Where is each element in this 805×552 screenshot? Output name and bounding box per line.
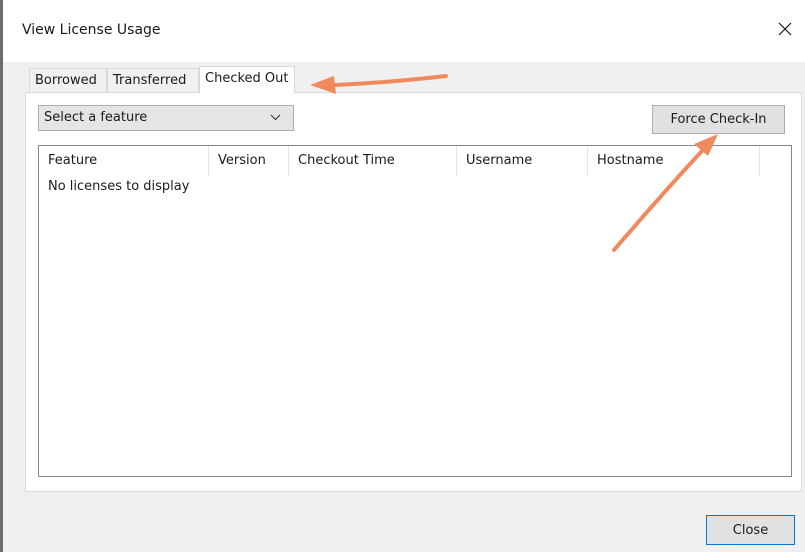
force-check-in-button[interactable]: Force Check-In (652, 105, 785, 134)
column-header-username[interactable]: Username (457, 146, 588, 176)
checked-out-panel: Select a feature Force Check-In Feature … (25, 92, 802, 492)
column-header-checkout-time[interactable]: Checkout Time (289, 146, 457, 176)
tab-transferred[interactable]: Transferred (107, 68, 199, 92)
feature-select-value: Select a feature (44, 110, 148, 125)
column-header-version[interactable]: Version (209, 146, 289, 176)
column-header-feature[interactable]: Feature (39, 146, 209, 176)
license-list[interactable]: Feature Version Checkout Time Username H… (38, 145, 792, 477)
dialog-window: View License Usage Borrowed Transferred … (0, 0, 805, 552)
window-edge (0, 0, 3, 552)
close-icon (778, 22, 792, 36)
tab-borrowed[interactable]: Borrowed (29, 68, 107, 92)
tab-checked-out[interactable]: Checked Out (199, 66, 295, 93)
close-window-button[interactable] (772, 16, 798, 42)
title-bar: View License Usage (0, 0, 805, 62)
window-title: View License Usage (22, 22, 161, 38)
column-header-hostname[interactable]: Hostname (588, 146, 760, 176)
chevron-down-icon (270, 114, 281, 121)
close-button[interactable]: Close (706, 515, 795, 545)
empty-list-message: No licenses to display (48, 179, 190, 194)
feature-select[interactable]: Select a feature (38, 105, 294, 131)
